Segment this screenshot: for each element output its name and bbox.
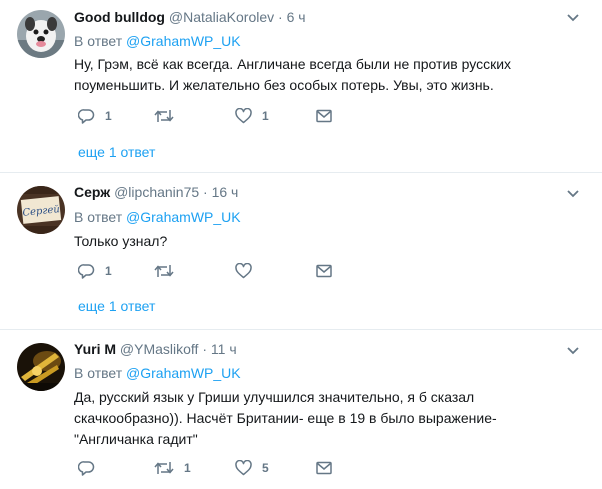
like-button[interactable] <box>235 262 262 280</box>
reply-context: В ответ @GrahamWP_UK <box>74 208 241 226</box>
reply-prefix: В ответ <box>74 33 123 49</box>
retweet-icon <box>154 462 174 474</box>
tweet-text-line: скачкообразно)). Насчёт Британии- еще в … <box>74 410 497 426</box>
tweet[interactable]: Good bulldog @NataliaKorolev · 6 ч В отв… <box>0 0 602 172</box>
reply-icon <box>78 461 95 476</box>
tweet-header: Good bulldog @NataliaKorolev · 6 ч <box>74 7 306 27</box>
heart-icon <box>235 108 252 124</box>
reply-context: В ответ @GrahamWP_UK <box>74 32 241 50</box>
like-count: 1 <box>262 109 269 123</box>
retweet-button[interactable]: 1 <box>154 459 191 477</box>
separator: · <box>278 9 283 25</box>
timestamp[interactable]: 16 ч <box>212 184 239 200</box>
display-name[interactable]: Good bulldog <box>74 9 165 25</box>
tweet-text: Ну, Грэм, всё как всегда. Англичане всег… <box>74 54 574 96</box>
like-button[interactable]: 1 <box>235 107 269 125</box>
reply-icon <box>78 109 95 124</box>
reply-button[interactable]: 1 <box>78 262 112 280</box>
heart-icon <box>235 263 252 279</box>
separator: · <box>202 341 207 357</box>
reply-to-link[interactable]: @GrahamWP_UK <box>126 33 241 49</box>
username[interactable]: @NataliaKorolev <box>169 9 274 25</box>
like-count: 5 <box>262 461 269 475</box>
tweet-text-line: Да, русский язык у Гриши улучшился значи… <box>74 389 475 405</box>
reply-context: В ответ @GrahamWP_UK <box>74 364 241 382</box>
reply-to-link[interactable]: @GrahamWP_UK <box>126 209 241 225</box>
retweet-button[interactable] <box>154 262 184 280</box>
tweet-text: Да, русский язык у Гриши улучшился значи… <box>74 387 574 450</box>
avatar[interactable] <box>17 343 65 391</box>
direct-message-button[interactable] <box>316 459 332 477</box>
chevron-down-icon[interactable] <box>566 346 580 356</box>
envelope-icon <box>316 109 332 123</box>
direct-message-button[interactable] <box>316 262 332 280</box>
chevron-down-icon[interactable] <box>566 13 580 23</box>
avatar[interactable]: Сергей <box>17 186 65 234</box>
reply-icon <box>78 264 95 279</box>
tweet[interactable]: Сергей Серж @lipchanin75 · 16 ч В ответ … <box>0 172 602 329</box>
tweet[interactable]: Yuri M @YMaslikoff · 11 ч В ответ @Graha… <box>0 329 602 489</box>
retweet-count: 1 <box>184 461 191 475</box>
retweet-icon <box>154 265 174 277</box>
show-more-replies-link[interactable]: еще 1 ответ <box>78 297 155 315</box>
tweet-header: Серж @lipchanin75 · 16 ч <box>74 182 238 202</box>
tweet-header: Yuri M @YMaslikoff · 11 ч <box>74 339 237 359</box>
username[interactable]: @lipchanin75 <box>114 184 199 200</box>
separator: · <box>203 184 208 200</box>
reply-to-link[interactable]: @GrahamWP_UK <box>126 365 241 381</box>
tweet-text-line: "Англичанка гадит" <box>74 431 198 447</box>
replies-timeline: Good bulldog @NataliaKorolev · 6 ч В отв… <box>0 0 602 489</box>
envelope-icon <box>316 264 332 278</box>
tweet-text-line: поуменьшить. И желательно без особых пот… <box>74 77 494 93</box>
retweet-icon <box>154 110 174 122</box>
retweet-button[interactable] <box>154 107 184 125</box>
tweet-text-line: Ну, Грэм, всё как всегда. Англичане всег… <box>74 56 512 72</box>
chevron-down-icon[interactable] <box>566 189 580 199</box>
display-name[interactable]: Yuri M <box>74 341 116 357</box>
tweet-text: Только узнал? <box>74 231 574 252</box>
tweet-text-line: Только узнал? <box>74 233 168 249</box>
reply-count: 1 <box>105 264 112 278</box>
direct-message-button[interactable] <box>316 107 332 125</box>
username[interactable]: @YMaslikoff <box>120 341 199 357</box>
timestamp[interactable]: 11 ч <box>211 341 237 357</box>
reply-prefix: В ответ <box>74 365 123 381</box>
like-button[interactable]: 5 <box>235 459 269 477</box>
timestamp[interactable]: 6 ч <box>287 9 306 25</box>
display-name[interactable]: Серж <box>74 184 110 200</box>
heart-icon <box>235 460 252 476</box>
reply-count: 1 <box>105 109 112 123</box>
reply-button[interactable]: 1 <box>78 107 112 125</box>
envelope-icon <box>316 461 332 475</box>
show-more-replies-link[interactable]: еще 1 ответ <box>78 143 155 161</box>
reply-prefix: В ответ <box>74 209 123 225</box>
reply-button[interactable] <box>78 459 105 477</box>
avatar[interactable] <box>17 10 65 58</box>
